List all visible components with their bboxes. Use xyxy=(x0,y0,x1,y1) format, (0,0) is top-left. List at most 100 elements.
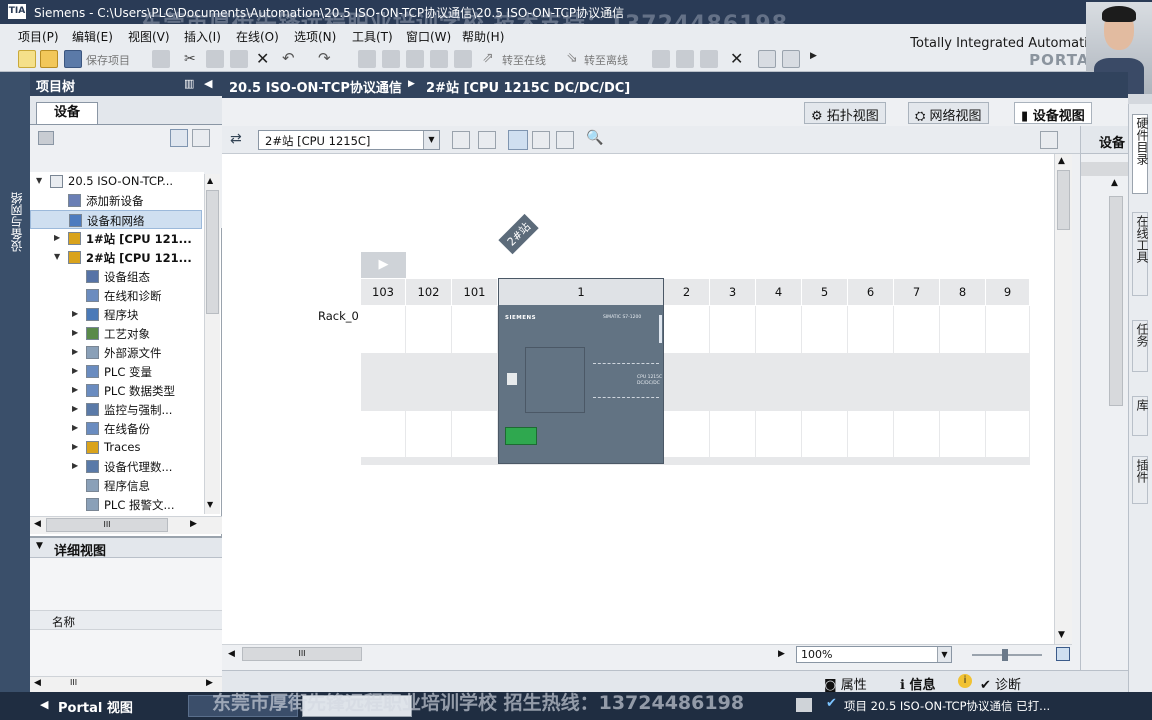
slot-header[interactable]: 4 xyxy=(756,279,802,305)
tree-item[interactable]: ▶ 外部源文件 xyxy=(30,343,202,362)
tab-topology-view[interactable]: ⚙ 拓扑视图 xyxy=(804,102,886,124)
detail-collapse-icon[interactable]: ▼ xyxy=(36,541,43,551)
split-vertical-icon[interactable] xyxy=(782,50,800,68)
redo-icon[interactable]: ↷ xyxy=(318,49,331,67)
tree-item[interactable]: 在线和诊断 xyxy=(30,286,202,305)
delete-icon[interactable]: ✕ xyxy=(256,49,269,68)
menu-tools[interactable]: 工具(T) xyxy=(352,28,393,45)
close-icon[interactable]: ✕ xyxy=(730,49,743,68)
save-project-button[interactable]: 保存项目 xyxy=(86,52,130,68)
tab-properties[interactable]: ◙ 属性 xyxy=(824,674,867,693)
print-icon[interactable] xyxy=(152,50,170,68)
detail-column-name[interactable]: 名称 xyxy=(52,614,75,630)
slot-header[interactable]: 102 xyxy=(406,279,452,305)
tree-item[interactable]: ▶ 监控与强制... xyxy=(30,400,202,419)
cut-icon[interactable]: ✂ xyxy=(184,51,196,67)
slot-header[interactable]: 2 xyxy=(664,279,710,305)
menu-online[interactable]: 在线(O) xyxy=(236,28,279,45)
slot-header[interactable]: 3 xyxy=(710,279,756,305)
menu-help[interactable]: 帮助(H) xyxy=(462,28,504,45)
paste-icon[interactable] xyxy=(230,50,248,68)
start-cpu-icon[interactable] xyxy=(676,50,694,68)
portal-view-button[interactable]: Portal 视图 xyxy=(58,697,133,716)
menu-project[interactable]: 项目(P) xyxy=(18,28,59,45)
tab-devices[interactable]: 设备 xyxy=(36,102,98,124)
tab-libraries[interactable]: 库 xyxy=(1132,396,1149,436)
copy-icon[interactable] xyxy=(206,50,224,68)
tree-expand-icon[interactable]: ▶ xyxy=(72,328,78,337)
tree-item[interactable]: ▶ Traces xyxy=(30,438,202,457)
tree-expand-icon[interactable]: ▶ xyxy=(72,366,78,375)
detail-view-header[interactable]: ▼ 详细视图 xyxy=(30,538,222,559)
device-selector[interactable]: 2#站 [CPU 1215C] ▼ xyxy=(258,130,440,150)
tab-device-view[interactable]: ▮ 设备视图 xyxy=(1014,102,1092,124)
detail-scroll-left-icon[interactable]: ◀ xyxy=(34,678,41,688)
slot-header[interactable]: 9 xyxy=(986,279,1030,305)
menu-view[interactable]: 视图(V) xyxy=(128,28,170,45)
open-project-icon[interactable] xyxy=(40,50,58,68)
save-icon[interactable] xyxy=(64,50,82,68)
page-break-icon[interactable] xyxy=(556,131,574,149)
breadcrumb-device[interactable]: 2#站 [CPU 1215C DC/DC/DC] xyxy=(426,77,630,96)
scroll-left-icon[interactable]: ◀ xyxy=(34,519,41,529)
tree-hscroll-thumb[interactable]: III xyxy=(46,518,168,532)
task-scroll-thumb[interactable] xyxy=(1109,196,1123,406)
tree-expand-icon[interactable]: ▶ xyxy=(72,347,78,356)
breadcrumb-project[interactable]: 20.5 ISO-ON-TCP协议通信 xyxy=(229,77,402,96)
tree-item[interactable]: 添加新设备 xyxy=(30,191,202,210)
menu-edit[interactable]: 编辑(E) xyxy=(72,28,113,45)
tree-layout-icon[interactable]: ▥ xyxy=(184,77,194,90)
tree-expand-icon[interactable]: ▶ xyxy=(72,385,78,394)
download-icon[interactable] xyxy=(406,50,424,68)
go-online-icon[interactable]: ⇗ xyxy=(482,50,494,66)
tree-expand-icon[interactable]: ▶ xyxy=(72,423,78,432)
undo-icon[interactable]: ↶ xyxy=(282,49,295,67)
tree-expand-icon[interactable]: ▼ xyxy=(36,176,42,185)
slot-header[interactable]: 6 xyxy=(848,279,894,305)
upload-icon[interactable] xyxy=(430,50,448,68)
go-offline-button[interactable]: 转至离线 xyxy=(584,52,628,68)
slot-header[interactable]: 7 xyxy=(894,279,940,305)
tab-addins[interactable]: 插件 xyxy=(1132,456,1149,504)
chevron-down-icon[interactable]: ▼ xyxy=(423,131,439,149)
canvas-vertical-scrollbar[interactable]: ▲ ▼ xyxy=(1054,154,1072,644)
tree-scroll-thumb[interactable] xyxy=(206,190,219,314)
tab-online-tools[interactable]: 在线工具 xyxy=(1132,212,1149,296)
tree-expand-icon[interactable]: ▶ xyxy=(72,442,78,451)
tab-hardware-catalog[interactable]: 硬件目录 xyxy=(1132,114,1149,194)
compile-icon[interactable] xyxy=(382,50,400,68)
tree-item[interactable]: 设备组态 xyxy=(30,267,202,286)
tree-item[interactable]: ▶ 程序块 xyxy=(30,305,202,324)
canvas-scroll-left-icon[interactable]: ◀ xyxy=(228,649,235,659)
name-icon[interactable] xyxy=(478,131,496,149)
tree-item[interactable]: ▼ 2#站 [CPU 121... xyxy=(30,248,202,267)
tree-item[interactable]: ▶ PLC 变量 xyxy=(30,362,202,381)
menu-insert[interactable]: 插入(I) xyxy=(184,28,221,45)
status-panel-icon[interactable] xyxy=(796,698,812,712)
scroll-right-icon[interactable]: ▶ xyxy=(190,519,197,529)
slot-header[interactable]: 101 xyxy=(452,279,498,305)
tab-network-view[interactable]: ⛭ 网络视图 xyxy=(908,102,989,124)
tree-item[interactable]: ▼ 20.5 ISO-ON-TCP... xyxy=(30,172,202,191)
zoom-chevron-icon[interactable]: ▼ xyxy=(937,647,951,662)
detail-hscroll-thumb[interactable]: III xyxy=(70,678,77,687)
tree-item[interactable]: ▶ PLC 数据类型 xyxy=(30,381,202,400)
scroll-down-icon[interactable]: ▼ xyxy=(207,500,213,509)
tab-info[interactable]: ℹ 信息 xyxy=(900,674,935,693)
tree-item[interactable]: PLC 报警文... xyxy=(30,495,202,514)
slot-header[interactable]: 8 xyxy=(940,279,986,305)
split-icon[interactable] xyxy=(358,50,376,68)
tree-item[interactable]: 设备和网络 xyxy=(30,210,202,229)
tree-horizontal-scrollbar[interactable]: ◀ III ▶ xyxy=(30,516,222,534)
overview-icon[interactable] xyxy=(170,129,188,147)
zoom-slider-handle[interactable] xyxy=(1002,649,1008,661)
tree-item[interactable]: ▶ 工艺对象 xyxy=(30,324,202,343)
slot-header[interactable]: 103 xyxy=(361,279,406,305)
tab-diagnostics[interactable]: ✔ 诊断 xyxy=(980,674,1021,693)
rack-canvas[interactable]: 2#站 Rack_0 ▶ 1031021011234567891SIEMENSS… xyxy=(222,154,1054,644)
grid-icon[interactable] xyxy=(532,131,550,149)
show-module-icon[interactable] xyxy=(508,130,528,150)
tree-expand-icon[interactable]: ▶ xyxy=(54,233,60,242)
scroll-up-icon[interactable]: ▲ xyxy=(207,176,213,185)
menu-window[interactable]: 窗口(W) xyxy=(406,28,451,45)
